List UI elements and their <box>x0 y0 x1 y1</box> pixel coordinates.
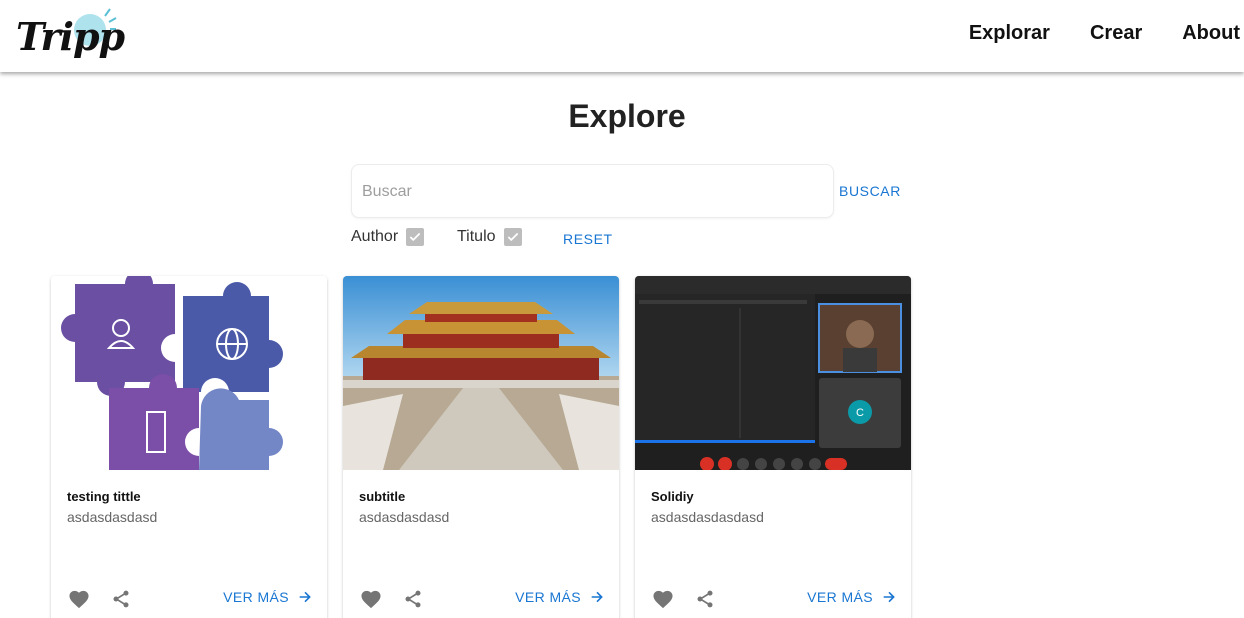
card-title: Solidiy <box>651 489 694 504</box>
search-input[interactable] <box>362 179 822 205</box>
check-icon <box>507 232 518 242</box>
card-image-palace[interactable] <box>343 276 619 470</box>
card-actions <box>651 587 717 611</box>
share-button[interactable] <box>109 587 133 611</box>
favorite-button[interactable] <box>67 587 91 611</box>
ver-mas-button[interactable]: VER MÁS <box>515 589 605 605</box>
arrow-right-icon <box>299 591 311 603</box>
card-image-videocall[interactable]: C <box>635 276 911 470</box>
logo-text: Tripp <box>16 14 125 59</box>
card-subtitle: asdasdasdasd <box>67 509 158 525</box>
filter-titulo[interactable]: Titulo <box>457 228 522 246</box>
card-title: testing tittle <box>67 489 141 504</box>
share-icon <box>113 590 129 608</box>
card-image-puzzle[interactable] <box>51 276 327 470</box>
nav-links: Explorar Crear About <box>969 22 1240 45</box>
heart-icon <box>361 590 381 609</box>
filter-author[interactable]: Author <box>351 228 425 246</box>
nav-explorar[interactable]: Explorar <box>969 22 1050 45</box>
page-title: Explore <box>568 98 686 134</box>
heart-icon <box>653 590 673 609</box>
favorite-button[interactable] <box>651 587 675 611</box>
ver-mas-label: VER MÁS <box>807 589 873 605</box>
card-title: subtitle <box>359 489 406 504</box>
share-icon <box>697 590 713 608</box>
puzzle-illustration <box>51 276 327 470</box>
titulo-checkbox[interactable] <box>503 228 522 246</box>
nav-about[interactable]: About <box>1182 22 1240 45</box>
heart-icon <box>69 590 89 609</box>
search-button[interactable]: BUSCAR <box>839 183 901 199</box>
ver-mas-button[interactable]: VER MÁS <box>807 589 897 605</box>
card-actions <box>359 587 425 611</box>
nav-crear[interactable]: Crear <box>1090 22 1142 45</box>
card-subtitle: asdasdasdasd <box>359 509 450 525</box>
navbar: Tripp Explorar Crear About <box>0 0 1244 72</box>
ver-mas-button[interactable]: VER MÁS <box>223 589 313 605</box>
card-actions <box>67 587 133 611</box>
favorite-button[interactable] <box>359 587 383 611</box>
share-button[interactable] <box>401 587 425 611</box>
share-button[interactable] <box>693 587 717 611</box>
arrow-right-icon <box>591 591 603 603</box>
card-subtitle: asdasdasdasdasd <box>651 509 764 525</box>
video-call-screenshot: C <box>635 276 911 470</box>
logo[interactable]: Tripp <box>12 6 125 66</box>
forbidden-city-photo <box>343 276 619 470</box>
svg-text:C: C <box>856 407 864 419</box>
filter-author-label: Author <box>351 228 399 245</box>
check-icon <box>409 232 421 242</box>
card: subtitle asdasdasdasd VER MÁS <box>343 276 619 618</box>
reset-button[interactable]: RESET <box>563 231 613 247</box>
arrow-right-icon <box>883 591 895 603</box>
search-box <box>351 164 834 218</box>
card: C Solidiy asdasdasdasdasd VER MÁS <box>635 276 911 618</box>
ver-mas-label: VER MÁS <box>223 589 289 605</box>
ver-mas-label: VER MÁS <box>515 589 581 605</box>
card: testing tittle asdasdasdasd VER MÁS <box>51 276 327 618</box>
share-icon <box>405 590 421 608</box>
filter-titulo-label: Titulo <box>457 228 496 245</box>
author-checkbox[interactable] <box>406 228 425 246</box>
